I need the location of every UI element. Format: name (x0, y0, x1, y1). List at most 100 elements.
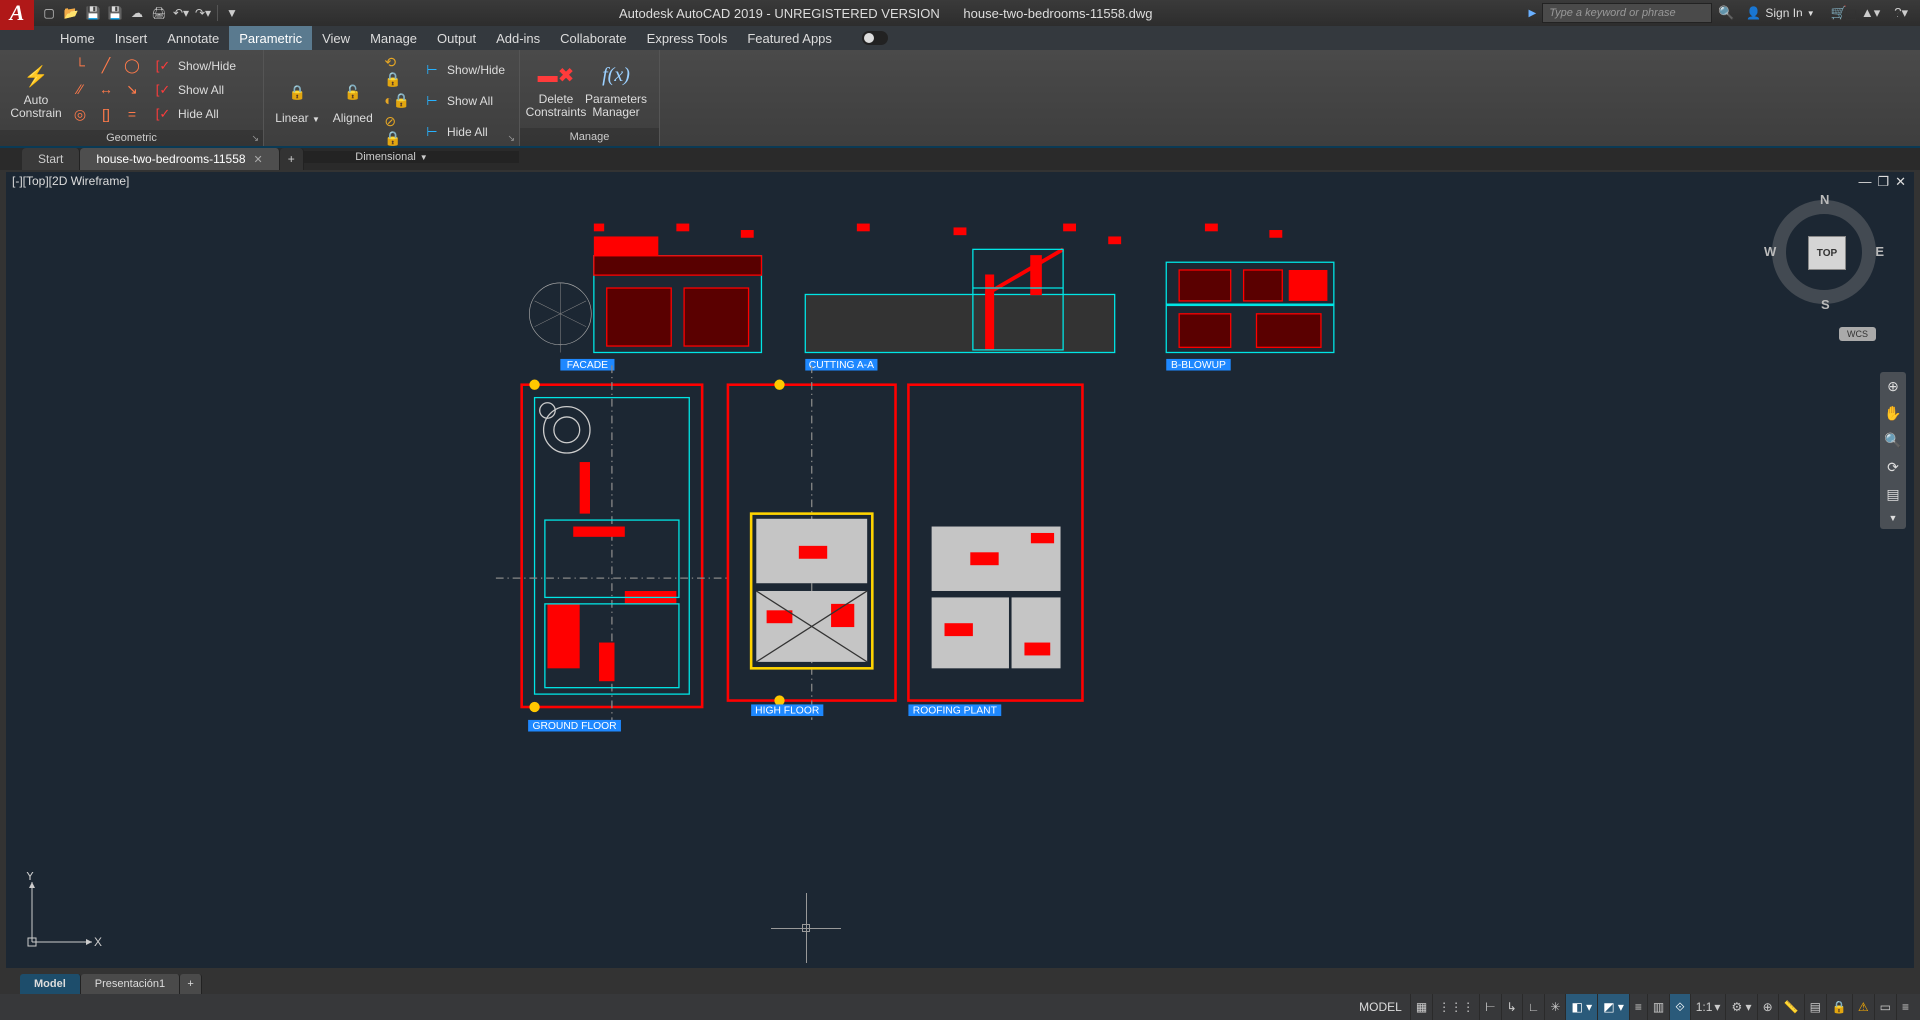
nav-zoom-icon[interactable]: 🔍 (1884, 432, 1901, 449)
parameters-manager-button[interactable]: f(x) Parameters Manager (586, 52, 646, 126)
tab-home[interactable]: Home (50, 26, 105, 50)
status-polar-icon[interactable]: ✳ (1544, 994, 1565, 1020)
panel-launcher-icon[interactable]: ↘ (251, 133, 259, 144)
tab-layout1[interactable]: Presentación1 (81, 974, 180, 994)
nav-showmotion-icon[interactable]: ▤ (1886, 486, 1899, 503)
file-tab-drawing[interactable]: house-two-bedrooms-11558 ✕ (80, 148, 279, 170)
linear-button[interactable]: 🔒 Linear ▼ (270, 52, 325, 149)
status-annomonitor-icon[interactable]: ⊕ (1757, 994, 1778, 1020)
concentric-icon[interactable]: ◎ (70, 106, 90, 123)
window-controls: — ☐ ✕ (1782, 0, 1920, 30)
status-selection-cycle-icon[interactable]: ⟐ (1669, 994, 1689, 1020)
tab-add-layout[interactable]: + (180, 974, 202, 994)
dim-showall-button[interactable]: ⊢Show All (419, 89, 509, 113)
qat-web-icon[interactable]: ☁ (127, 3, 147, 23)
qat-plot-icon[interactable]: 🖨 (149, 3, 169, 23)
label-ground: GROUND FLOOR (532, 721, 616, 732)
tab-annotate[interactable]: Annotate (157, 26, 229, 50)
status-dyninput-icon[interactable]: ↳ (1501, 994, 1522, 1020)
wcs-badge[interactable]: WCS (1839, 327, 1876, 341)
tab-view[interactable]: View (312, 26, 360, 50)
collinear-icon[interactable]: ↘ (122, 81, 142, 98)
status-lwt-icon[interactable]: ≡ (1629, 994, 1647, 1020)
file-tab-start[interactable]: Start (22, 148, 80, 170)
qat-new-icon[interactable]: ▢ (39, 3, 59, 23)
dim-hideall-button[interactable]: ⊢Hide All (419, 120, 509, 144)
dim-showhide-button[interactable]: ⊢Show/Hide (419, 58, 509, 82)
status-annoscale-icon[interactable]: 1:1 ▾ (1690, 994, 1726, 1020)
viewcube-top[interactable]: TOP (1808, 236, 1846, 270)
qat-saveas-icon[interactable]: 💾 (105, 3, 125, 23)
status-transparency-icon[interactable]: ▥ (1647, 994, 1669, 1020)
search-input[interactable]: Type a keyword or phrase (1542, 3, 1712, 23)
app-menu-button[interactable] (0, 0, 34, 30)
tab-express-tools[interactable]: Express Tools (637, 26, 738, 50)
horizontal-icon[interactable]: ↔ (96, 81, 116, 98)
qat-redo-icon[interactable]: ↷▾ (193, 3, 213, 23)
nav-wheel-icon[interactable]: ⊕ (1887, 378, 1899, 395)
label-high: HIGH FLOOR (755, 705, 819, 716)
nav-collapse-icon[interactable]: ▼ (1889, 513, 1898, 523)
geo-showall-button[interactable]: [✓Show All (150, 78, 240, 102)
maximize-button[interactable]: ☐ (1828, 0, 1874, 30)
dim-angular-icon[interactable]: ⟲🔒 (384, 54, 411, 88)
file-tab-bar: Start house-two-bedrooms-11558 ✕ + (0, 148, 1920, 170)
close-button[interactable]: ✕ (1874, 0, 1920, 30)
drawing-area[interactable]: [-][Top][2D Wireframe] — ❐ ✕ FACADE (0, 170, 1920, 974)
status-grid-icon[interactable]: ▦ (1410, 994, 1432, 1020)
coincident-icon[interactable]: └ (70, 57, 90, 74)
tab-manage[interactable]: Manage (360, 26, 427, 50)
status-osnap-icon[interactable]: ◩ ▾ (1597, 994, 1629, 1020)
tab-insert[interactable]: Insert (105, 26, 158, 50)
qat-undo-icon[interactable]: ↶▾ (171, 3, 191, 23)
ucs-icon[interactable]: X Y (22, 872, 102, 952)
qat-dropdown-icon[interactable]: ▼ (222, 3, 242, 23)
qat-save-icon[interactable]: 💾 (83, 3, 103, 23)
geo-hideall-button[interactable]: [✓Hide All (150, 102, 240, 126)
status-isodraft-icon[interactable]: ◧ ▾ (1565, 994, 1597, 1020)
dim-radius-icon[interactable]: ◐🔒 (384, 92, 411, 109)
panel-launcher-icon[interactable]: ↘ (507, 133, 515, 144)
tab-parametric[interactable]: Parametric (229, 26, 312, 50)
close-icon[interactable]: ✕ (254, 153, 263, 166)
nav-orbit-icon[interactable]: ⟳ (1887, 459, 1899, 476)
dim-diameter-icon[interactable]: ⊘🔒 (384, 113, 411, 147)
minimize-button[interactable]: — (1782, 0, 1828, 30)
parallel-icon[interactable]: ⁄⁄ (70, 81, 90, 98)
status-ortho-icon[interactable]: ∟ (1522, 994, 1545, 1020)
tab-featured-apps[interactable]: Featured Apps (737, 26, 842, 50)
tab-output[interactable]: Output (427, 26, 486, 50)
file-tab-new-button[interactable]: + (280, 148, 304, 170)
nav-pan-icon[interactable]: ✋ (1884, 405, 1901, 422)
tab-addins[interactable]: Add-ins (486, 26, 550, 50)
ribbon-tabs: Home Insert Annotate Parametric View Man… (0, 26, 1920, 50)
aligned-button[interactable]: 🔓 Aligned (325, 52, 380, 149)
status-cleanscreen-icon[interactable]: ▭ (1874, 994, 1896, 1020)
delete-constraints-button[interactable]: ▬✖ Delete Constraints (526, 52, 586, 126)
status-model[interactable]: MODEL (1351, 1000, 1410, 1014)
status-units-icon[interactable]: 📏 (1778, 994, 1804, 1020)
qat-open-icon[interactable]: 📂 (61, 3, 81, 23)
file-title: house-two-bedrooms-11558.dwg (963, 6, 1152, 21)
status-snap-icon[interactable]: ⋮⋮⋮ (1432, 994, 1479, 1020)
status-infer-icon[interactable]: ⊢ (1479, 994, 1500, 1020)
drawing-canvas[interactable]: FACADE CUTTING A-A B-BLOWUP (6, 172, 1914, 933)
ribbon: ⚡ Auto Constrain └ ╱ ◯ ⁄⁄ ↔ ↘ ◎ [] = [✓Show/Hi… (0, 50, 1920, 148)
symmetric-icon[interactable]: [] (96, 106, 116, 123)
status-workspace-icon[interactable]: ⚙ ▾ (1725, 994, 1756, 1020)
status-isolate-icon[interactable]: ⚠ (1852, 994, 1874, 1020)
viewcube[interactable]: TOP N S W E (1764, 192, 1884, 312)
status-lockui-icon[interactable]: 🔒 (1826, 994, 1852, 1020)
tab-collaborate[interactable]: Collaborate (550, 26, 637, 50)
title-bar: Autodesk AutoCAD 2019 - UNREGISTERED VER… (243, 6, 1529, 21)
equal-icon[interactable]: = (122, 106, 142, 123)
ribbon-toggle[interactable] (862, 31, 888, 45)
auto-constrain-button[interactable]: ⚡ Auto Constrain (6, 52, 66, 128)
tab-model[interactable]: Model (20, 974, 81, 994)
status-quickprops-icon[interactable]: ▤ (1804, 994, 1826, 1020)
perpendicular-icon[interactable]: ╱ (96, 57, 116, 74)
tangent-icon[interactable]: ◯ (122, 57, 142, 74)
status-customize-icon[interactable]: ≡ (1896, 994, 1914, 1020)
geo-showhide-button[interactable]: [✓Show/Hide (150, 54, 240, 78)
search-icon[interactable]: 🔍 (1718, 5, 1734, 21)
